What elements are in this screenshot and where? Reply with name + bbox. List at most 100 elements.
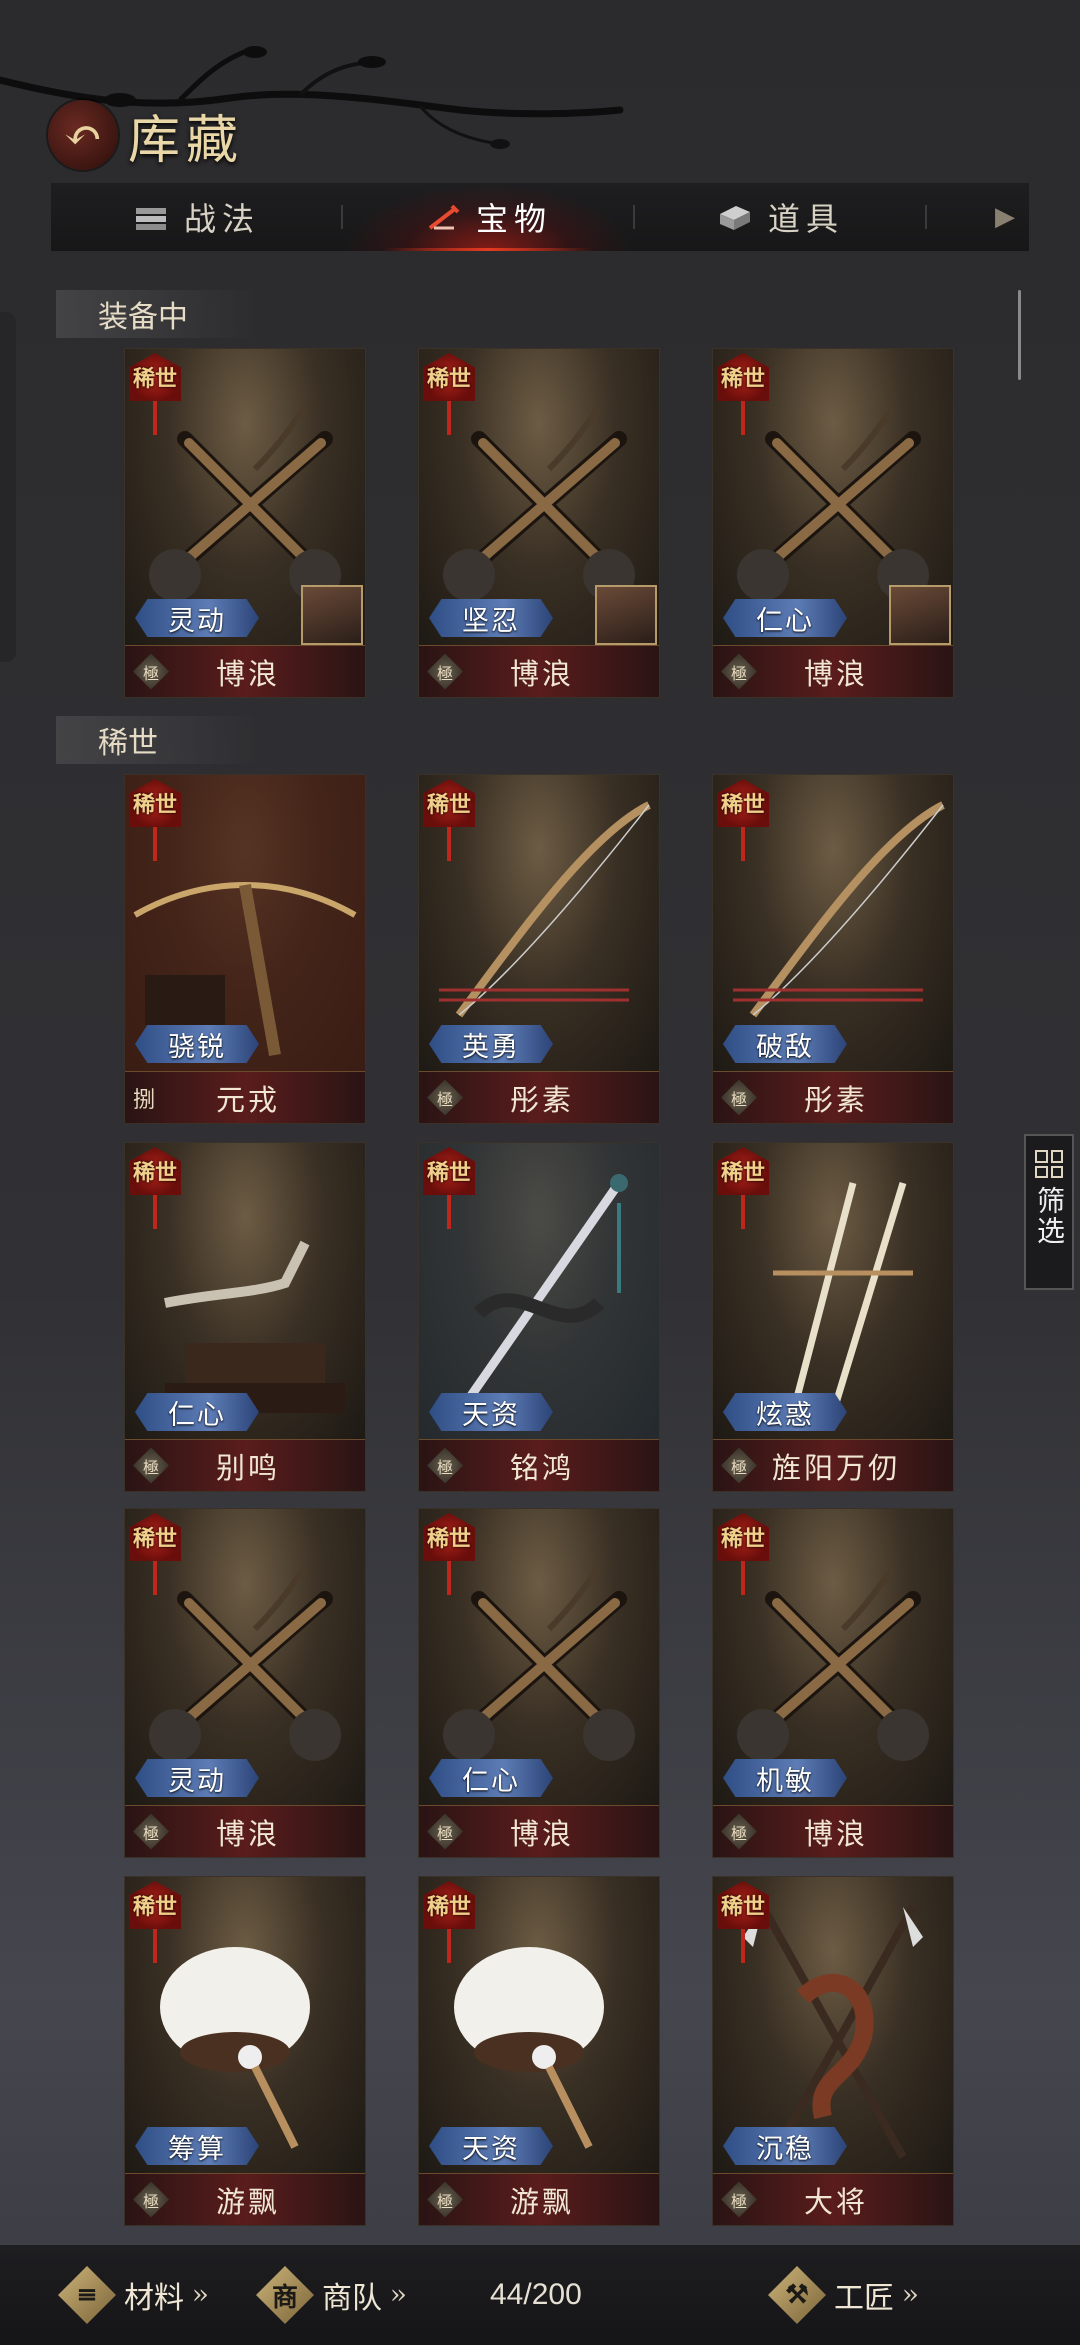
tassel-icon xyxy=(153,827,157,861)
treasure-name: 旌阳万仞 xyxy=(771,1450,900,1485)
treasure-name: 彤素 xyxy=(509,1082,574,1117)
level-badge-icon: 極 xyxy=(721,2181,757,2218)
tassel-icon xyxy=(447,1195,451,1229)
tassel-icon xyxy=(153,1561,157,1595)
level-badge-icon: 極 xyxy=(721,1813,757,1850)
tassel-icon xyxy=(447,1561,451,1595)
treasure-card[interactable]: 稀世 机敏 極 博浪 xyxy=(712,1508,954,1858)
rarity-label: 稀世 xyxy=(129,1147,181,1195)
rarity-tag: 稀世 xyxy=(129,353,181,441)
card-footer: 極 别鸣 xyxy=(125,1439,365,1491)
filter-label: 筛选 xyxy=(1033,1186,1066,1246)
trait-badge: 仁心 xyxy=(135,1393,259,1431)
hero-portrait[interactable] xyxy=(301,585,363,645)
rarity-tag: 稀世 xyxy=(423,1881,475,1969)
rarity-tag: 稀世 xyxy=(717,1513,769,1601)
rarity-label: 稀世 xyxy=(717,1881,769,1929)
rarity-label: 稀世 xyxy=(717,1147,769,1195)
craftsman-button[interactable]: ⚒ 工匠 ›› xyxy=(768,2266,919,2324)
rarity-label: 稀世 xyxy=(423,1881,475,1929)
treasure-card[interactable]: 稀世 天资 極 铭鸿 xyxy=(418,1142,660,1492)
treasure-card[interactable]: 稀世 沉稳 極 大将 xyxy=(712,1876,954,2226)
filter-button[interactable]: 筛选 xyxy=(1024,1134,1074,1290)
treasure-card[interactable]: 稀世 灵动 極 博浪 xyxy=(124,348,366,698)
tassel-icon xyxy=(153,1929,157,1963)
trait-badge: 沉稳 xyxy=(723,2127,847,2165)
scrollbar[interactable] xyxy=(1018,290,1021,380)
trait-badge: 破敌 xyxy=(723,1025,847,1063)
rarity-label: 稀世 xyxy=(423,1147,475,1195)
tassel-icon xyxy=(741,401,745,435)
treasure-card[interactable]: 稀世 炫惑 極 旌阳万仞 xyxy=(712,1142,954,1492)
card-footer: 極 铭鸿 xyxy=(419,1439,659,1491)
treasure-name: 铭鸿 xyxy=(509,1450,574,1485)
tassel-icon xyxy=(153,401,157,435)
grid-icon xyxy=(1035,1150,1063,1178)
level-badge-icon: 極 xyxy=(427,653,463,690)
treasure-card[interactable]: 稀世 仁心 極 博浪 xyxy=(418,1508,660,1858)
treasure-card[interactable]: 稀世 骁锐 捌 元戎 xyxy=(124,774,366,1124)
trait-badge: 天资 xyxy=(429,2127,553,2165)
treasure-card[interactable]: 稀世 筹算 極 游飘 xyxy=(124,1876,366,2226)
rarity-label: 稀世 xyxy=(129,1881,181,1929)
treasure-card[interactable]: 稀世 灵动 極 博浪 xyxy=(124,1508,366,1858)
level-badge-icon: 極 xyxy=(133,1813,169,1850)
treasure-name: 博浪 xyxy=(509,656,574,691)
treasure-card[interactable]: 稀世 仁心 極 别鸣 xyxy=(124,1142,366,1492)
card-footer: 捌 元戎 xyxy=(125,1071,365,1123)
treasure-card[interactable]: 稀世 仁心 極 博浪 xyxy=(712,348,954,698)
rarity-label: 稀世 xyxy=(717,1513,769,1561)
rarity-tag: 稀世 xyxy=(423,1147,475,1235)
double-chevron-icon: ›› xyxy=(192,2280,209,2310)
back-arrow-icon[interactable]: ↶ xyxy=(48,100,118,170)
tassel-icon xyxy=(741,1561,745,1595)
chest-icon xyxy=(719,206,750,230)
tab-items[interactable]: 道具 xyxy=(635,183,925,251)
hero-portrait[interactable] xyxy=(595,585,657,645)
rarity-tag: 稀世 xyxy=(717,1147,769,1235)
card-footer: 極 游飘 xyxy=(125,2173,365,2225)
materials-button[interactable]: ≡ 材料 ›› xyxy=(58,2266,209,2324)
category-tabbar: 战法 宝物 道具 ▶ xyxy=(50,182,1030,252)
card-footer: 極 博浪 xyxy=(125,645,365,697)
tassel-icon xyxy=(741,827,745,861)
tab-label: 道具 xyxy=(767,200,844,238)
trait-badge: 仁心 xyxy=(429,1759,553,1797)
rarity-tag: 稀世 xyxy=(423,353,475,441)
treasure-name: 游飘 xyxy=(215,2184,280,2219)
tab-treasures[interactable]: 宝物 xyxy=(343,183,633,251)
card-footer: 極 旌阳万仞 xyxy=(713,1439,953,1491)
tab-tactics[interactable]: 战法 xyxy=(51,183,341,251)
left-edge-handle[interactable] xyxy=(0,312,16,662)
treasure-card[interactable]: 稀世 英勇 極 彤素 xyxy=(418,774,660,1124)
tassel-icon xyxy=(741,1195,745,1229)
treasure-name: 博浪 xyxy=(215,1816,280,1851)
section-title-rare: 稀世 xyxy=(56,716,256,764)
rarity-label: 稀世 xyxy=(129,779,181,827)
trait-badge: 坚忍 xyxy=(429,599,553,637)
treasure-name: 博浪 xyxy=(803,1816,868,1851)
rarity-label: 稀世 xyxy=(423,779,475,827)
chevron-right-icon[interactable]: ▶ xyxy=(927,202,1029,232)
trait-badge: 天资 xyxy=(429,1393,553,1431)
trait-badge: 骁锐 xyxy=(135,1025,259,1063)
rarity-tag: 稀世 xyxy=(423,1513,475,1601)
treasure-card[interactable]: 稀世 破敌 極 彤素 xyxy=(712,774,954,1124)
inventory-count: 44/200 xyxy=(490,2278,582,2311)
caravan-button[interactable]: 商 商队 ›› xyxy=(256,2266,407,2324)
treasure-name: 大将 xyxy=(803,2184,868,2219)
caravan-label: 商队 xyxy=(322,2281,382,2316)
treasure-name: 别鸣 xyxy=(215,1450,280,1485)
trait-badge: 英勇 xyxy=(429,1025,553,1063)
hero-portrait[interactable] xyxy=(889,585,951,645)
scroll-bundle-icon xyxy=(135,208,166,230)
rarity-tag: 稀世 xyxy=(717,1881,769,1969)
treasure-card[interactable]: 稀世 天资 極 游飘 xyxy=(418,1876,660,2226)
craftsman-label: 工匠 xyxy=(834,2281,894,2316)
treasure-card[interactable]: 稀世 坚忍 極 博浪 xyxy=(418,348,660,698)
tassel-icon xyxy=(447,827,451,861)
bottom-bar: ≡ 材料 ›› 商 商队 ›› 44/200 ⚒ 工匠 ›› xyxy=(0,2245,1080,2345)
rarity-label: 稀世 xyxy=(717,779,769,827)
level-badge-icon: 極 xyxy=(721,653,757,690)
rarity-label: 稀世 xyxy=(423,1513,475,1561)
